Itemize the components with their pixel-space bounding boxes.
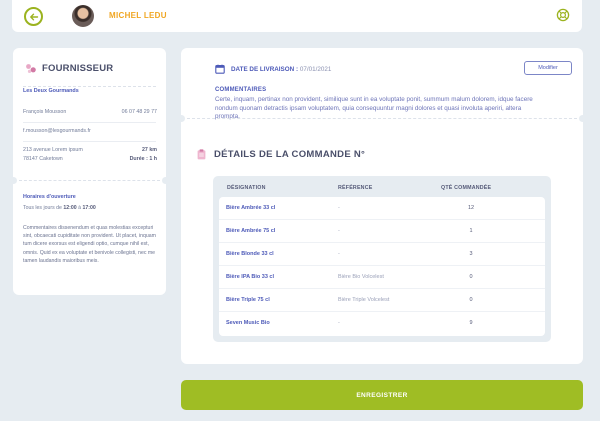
hours-to-word: à [78,205,82,211]
divider [23,141,156,142]
card-notch-left [10,177,17,184]
duration: Durée : 1 h [130,156,157,162]
table-row[interactable]: Bière Blonde 33 cl - 3 [219,243,545,266]
table-row[interactable]: Bière Ambrée 75 cl - 1 [219,220,545,243]
card-notch-left [178,115,185,122]
product-quantity: 1 [469,228,473,234]
order-table-body: Bière Ambrée 33 cl - 12 Bière Ambrée 75 … [219,197,545,336]
table-row[interactable]: Bière IPA Bio 33 cl Bière Bio Volcelest … [219,266,545,289]
delivery-date-value: 07/01/2021 [299,66,332,73]
product-name[interactable]: Seven Music Bio [226,320,270,326]
contact-phone[interactable]: 06 07 48 29 77 [122,109,157,115]
product-quantity: 0 [469,297,473,303]
table-row[interactable]: Bière Triple 75 cl Bière Triple Volceles… [219,289,545,312]
address-line-2: 78147 Caketown [23,156,63,162]
order-table: DÉSIGNATION RÉFÉRENCE QTÉ COMMANDÉE Bièr… [213,176,551,342]
product-name[interactable]: Bière Triple 75 cl [226,297,270,303]
product-reference: - [338,205,340,211]
product-reference: Bière Bio Volcelest [338,274,384,280]
arrow-left-icon [29,13,38,20]
contact-row: François Mousson 06 07 48 29 77 [23,109,157,115]
opening-hours-title: Horaires d'ouverture [23,194,76,200]
address-row-2: 78147 Caketown Durée : 1 h [23,156,157,162]
table-row[interactable]: Bière Ambrée 33 cl - 12 [219,197,545,220]
dashed-separator [187,118,577,119]
card-notch-right [579,115,586,122]
card-notch-right [162,177,169,184]
calendar-icon [215,64,225,74]
product-name[interactable]: Bière Ambrée 33 cl [226,205,275,211]
product-reference: - [338,228,340,234]
address-row-1: 213 avenue Lorem ipsum 27 km [23,147,157,153]
product-quantity: 3 [469,251,473,257]
delivery-date: DATE DE LIVRAISON : 07/01/2021 [231,66,331,73]
divider [23,122,156,123]
lifebuoy-icon[interactable] [556,8,570,22]
table-row[interactable]: Seven Music Bio - 9 [219,312,545,335]
opening-hours: Tous les jours de 12:00 à 17:00 [23,205,96,211]
delivery-date-label: DATE DE LIVRAISON : [231,66,299,73]
contact-email[interactable]: f.mousson@lesgourmands.fr [23,128,91,134]
product-reference: Bière Triple Volcelest [338,297,390,303]
comments-title: COMMENTAIRES [215,87,267,93]
save-button[interactable]: ENREGISTRER [181,380,583,410]
hours-to: 17:00 [82,205,96,211]
product-reference: - [338,320,340,326]
modify-button[interactable]: Modifier [524,61,572,75]
hours-from: 12:00 [63,205,77,211]
distance-value: 27 km [141,147,157,153]
supplier-name: Les Deux Gourmands [23,88,79,94]
divider [23,86,156,87]
duration-value: 1 h [149,156,157,162]
product-quantity: 0 [469,274,473,280]
column-header-reference[interactable]: RÉFÉRENCE [338,185,372,191]
email-row: f.mousson@lesgourmands.fr [23,128,157,134]
order-details-title: DÉTAILS DE LA COMMANDE N° [214,149,366,160]
column-header-quantity[interactable]: QTÉ COMMANDÉE [441,185,491,191]
product-name[interactable]: Bière IPA Bio 33 cl [226,274,274,280]
dashed-separator [19,180,160,181]
duration-label: Durée : [129,156,148,162]
order-details-header: DÉTAILS DE LA COMMANDE N° [197,149,365,160]
supplier-header: FOURNISSEUR [25,63,113,74]
address-line-1: 213 avenue Lorem ipsum [23,147,83,153]
order-card: DATE DE LIVRAISON : 07/01/2021 Modifier … [178,48,586,364]
product-quantity: 12 [467,205,475,211]
top-bar: MICHEL LEDU [12,0,582,32]
product-name[interactable]: Bière Blonde 33 cl [226,251,274,257]
hours-prefix: Tous les jours de [23,205,62,211]
avatar[interactable] [72,5,94,27]
supplier-icon [26,64,36,73]
product-quantity: 9 [469,320,473,326]
clipboard-icon [197,149,206,160]
user-name[interactable]: MICHEL LEDU [109,11,167,20]
product-name[interactable]: Bière Ambrée 75 cl [226,228,275,234]
supplier-title: FOURNISSEUR [42,63,114,74]
supplier-comment: Commentaires dissenendum et quas molesti… [23,225,156,264]
column-header-designation[interactable]: DÉSIGNATION [227,185,266,191]
supplier-card: FOURNISSEUR Les Deux Gourmands François … [10,48,169,295]
product-reference: - [338,251,340,257]
contact-name: François Mousson [23,109,67,115]
back-button[interactable] [24,7,43,26]
